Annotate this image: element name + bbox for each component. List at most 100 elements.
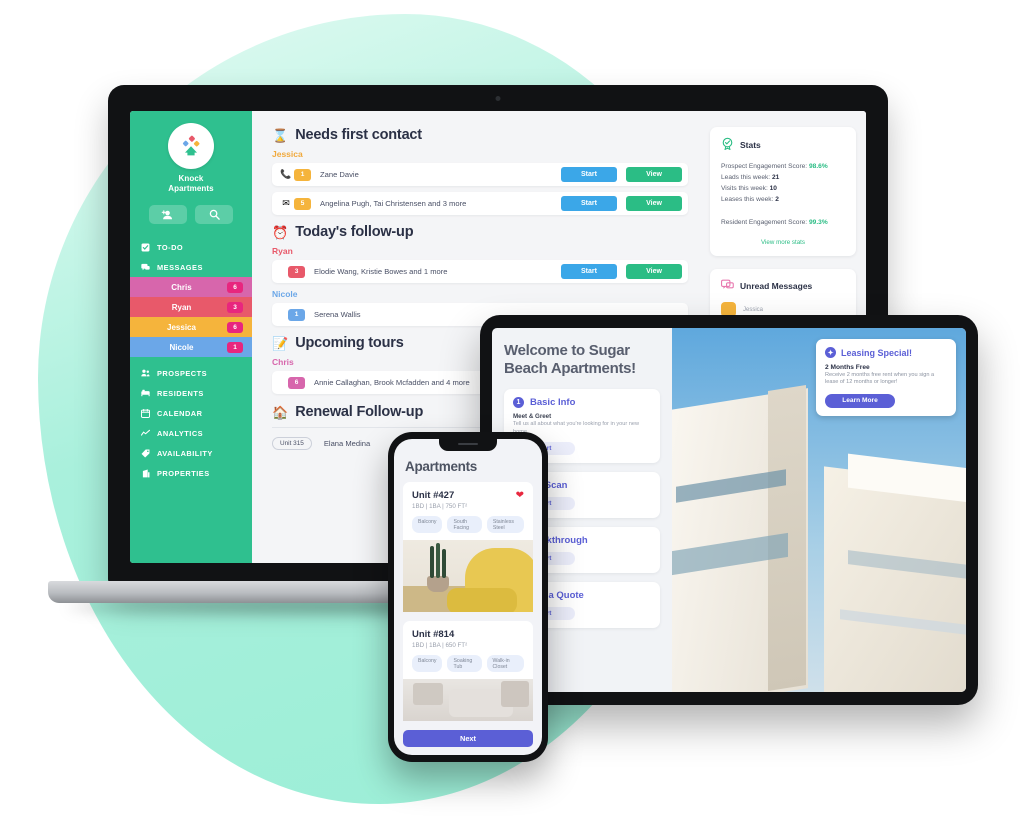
app-sidebar: Knock Apartments TO-DO MESSAGES Chris 6 …: [130, 111, 252, 563]
unit-card-814[interactable]: Unit #814 1BD | 1BA | 650 FT² Balcony So…: [403, 621, 533, 679]
table-row[interactable]: 3 Elodie Wang, Kristie Bowes and 1 more …: [272, 260, 688, 283]
unit-tag: Stainless Steel: [486, 516, 524, 533]
sidebar-message-nicole[interactable]: Nicole 1: [130, 337, 252, 357]
start-button[interactable]: Start: [561, 196, 617, 211]
star-badge-icon: ✦: [825, 347, 836, 358]
search-button[interactable]: [195, 205, 233, 224]
leasing-special-header: ✦ Leasing Special!: [825, 347, 947, 358]
learn-more-button[interactable]: Learn More: [825, 393, 895, 408]
stat-value: 2: [775, 196, 779, 203]
sidebar-message-ryan[interactable]: Ryan 3: [130, 297, 252, 317]
stats-card-title: Stats: [740, 139, 761, 150]
unread-badge: 6: [227, 321, 243, 333]
sidebar-nav-top: TO-DO MESSAGES: [130, 237, 252, 277]
sidebar-item-messages[interactable]: MESSAGES: [130, 257, 252, 277]
start-button[interactable]: Start: [561, 264, 617, 279]
tablet-screen: Welcome to Sugar Beach Apartments! 1 Bas…: [492, 328, 966, 692]
unit-meta: 1BD | 1BA | 650 FT²: [412, 642, 468, 649]
knock-logo-icon: [168, 123, 214, 169]
chat-bubble-icon: [721, 279, 734, 293]
stat-line: Leads this week: 21: [721, 172, 845, 183]
resident-name: Elana Medina: [323, 439, 371, 448]
brand-logo[interactable]: Knock Apartments: [130, 123, 252, 194]
add-user-button[interactable]: [149, 205, 187, 224]
sidebar-item-to-do[interactable]: TO-DO: [130, 237, 252, 257]
house-icon: 🏠: [272, 404, 289, 420]
sidebar-item-residents[interactable]: RESIDENTS: [130, 383, 252, 403]
unit-card-427[interactable]: Unit #427 ❤ 1BD | 1BA | 750 FT² Balcony …: [403, 482, 533, 540]
sidebar-item-label: CALENDAR: [157, 408, 203, 418]
stat-label: Leads this week:: [721, 174, 771, 181]
add-user-icon: [161, 209, 173, 219]
sidebar-item-availability[interactable]: AVAILABILITY: [130, 443, 252, 463]
stat-value: 21: [771, 174, 780, 181]
building-right: [824, 466, 966, 692]
promo-composition: Knock Apartments TO-DO MESSAGES Chris 6 …: [0, 0, 1024, 819]
phone-body: Apartments Unit #427 ❤ 1BD | 1BA | 750 F…: [388, 432, 548, 762]
row-name: Elodie Wang, Kristie Bowes and 1 more: [314, 267, 448, 276]
unread-card-header: Unread Messages: [721, 279, 845, 293]
unit-tag: Balcony: [412, 655, 443, 672]
view-button[interactable]: View: [626, 264, 682, 279]
group-owner-label: Jessica: [272, 149, 303, 159]
view-button[interactable]: View: [626, 167, 682, 182]
sidebar-item-label: ANALYTICS: [157, 428, 204, 438]
leasing-special-heading: Leasing Special!: [841, 347, 913, 358]
bed-icon: [141, 389, 150, 398]
sidebar-nav-bottom: PROSPECTS RESIDENTS CALENDAR ANALYTICS A…: [130, 363, 252, 483]
sidebar-item-label: MESSAGES: [157, 262, 203, 272]
section-title: Needs first contact: [295, 127, 422, 143]
speaker-icon: [458, 443, 478, 446]
mail-icon: ✉: [282, 198, 290, 208]
sidebar-message-list: Chris 6 Ryan 3 Jessica 6 Nicole 1: [130, 277, 252, 357]
tag-icon: [141, 449, 150, 458]
sidebar-item-label: TO-DO: [157, 242, 184, 252]
group-owner-label: Nicole: [272, 289, 298, 299]
stat-line: Prospect Engagement Score: 98.6%: [721, 161, 845, 172]
unit-tags: Balcony Soaking Tub Walk-in Closet: [412, 655, 524, 672]
step-number-badge: 1: [513, 397, 524, 408]
table-row[interactable]: 📞 1 Zane Davie Start View: [272, 163, 688, 186]
stats-card: Stats Prospect Engagement Score: 98.6% L…: [710, 127, 856, 256]
checkbox-icon: [141, 243, 150, 252]
table-row[interactable]: ✉ 5 Angelina Pugh, Tai Christensen and 3…: [272, 192, 688, 215]
count-badge: 5: [294, 197, 311, 210]
heart-icon[interactable]: ❤: [516, 490, 524, 501]
leasing-special-body: Receive 2 months free rent when you sign…: [825, 372, 935, 386]
chat-bubble-icon: [141, 263, 150, 272]
unit-tag: Balcony: [412, 516, 443, 533]
leasing-special-card[interactable]: ✦ Leasing Special! 2 Months Free Receive…: [816, 339, 956, 416]
sidebar-item-label: RESIDENTS: [157, 388, 204, 398]
unit-tags: Balcony South Facing Stainless Steel: [412, 516, 524, 533]
brand-name-line1: Knock: [178, 174, 204, 183]
unit-photo-814: [403, 679, 533, 721]
sidebar-item-label: AVAILABILITY: [157, 448, 213, 458]
phone-screen: Apartments Unit #427 ❤ 1BD | 1BA | 750 F…: [394, 439, 542, 755]
start-button[interactable]: Start: [561, 167, 617, 182]
hourglass-icon: ⌛: [272, 127, 289, 143]
badge-check-icon: [721, 137, 734, 152]
next-button[interactable]: Next: [403, 730, 533, 747]
sidebar-message-chris[interactable]: Chris 6: [130, 277, 252, 297]
view-more-stats-link[interactable]: View more stats: [721, 239, 845, 246]
sidebar-item-analytics[interactable]: ANALYTICS: [130, 423, 252, 443]
building-icon: [141, 469, 150, 478]
count-badge: 3: [288, 265, 305, 278]
stat-value: 98.6%: [808, 163, 828, 170]
count-badge: 6: [288, 376, 305, 389]
sidebar-item-label: PROSPECTS: [157, 368, 208, 378]
sidebar-item-prospects[interactable]: PROSPECTS: [130, 363, 252, 383]
view-button[interactable]: View: [626, 196, 682, 211]
row-name: Angelina Pugh, Tai Christensen and 3 mor…: [320, 199, 467, 208]
unit-tag: Walk-in Closet: [486, 655, 524, 672]
phone-notch: [439, 439, 497, 451]
sidebar-item-properties[interactable]: PROPERTIES: [130, 463, 252, 483]
unread-badge: 3: [227, 301, 243, 313]
unit-photo-427: [403, 540, 533, 612]
sidebar-message-jessica[interactable]: Jessica 6: [130, 317, 252, 337]
message-name: Chris: [171, 282, 192, 292]
stats-card-header: Stats: [721, 137, 845, 152]
unit-name: Unit #814: [412, 629, 455, 640]
sidebar-item-calendar[interactable]: CALENDAR: [130, 403, 252, 423]
unread-card-title: Unread Messages: [740, 281, 813, 291]
